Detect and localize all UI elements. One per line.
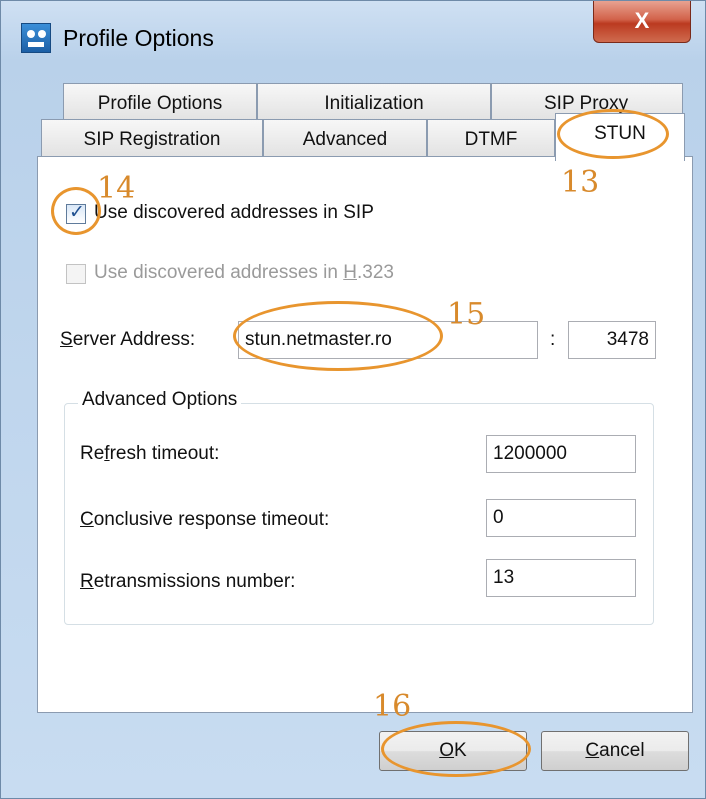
app-icon [21,23,51,53]
refresh-timeout-label: Refresh timeout: [80,443,220,464]
ok-button[interactable]: OK [379,731,527,771]
server-address-label: Server Address: [60,329,196,350]
use-discovered-h323-label: Use discovered addresses in H.323 [94,262,394,283]
use-discovered-sip-checkbox[interactable]: ✓ [66,202,86,224]
conclusive-response-timeout-input[interactable]: 0 [486,499,636,537]
stun-panel: ✓ Use discovered addresses in SIP Use di… [37,156,693,713]
check-mark-icon: ✓ [69,202,85,223]
tab-profile-options[interactable]: Profile Options [63,83,257,123]
title-bar[interactable]: Profile Options X [1,1,705,65]
annotation-number-13: 13 [561,165,600,200]
window-title: Profile Options [63,25,214,51]
use-discovered-sip-label: Use discovered addresses in SIP [94,202,374,223]
server-address-input[interactable]: stun.netmaster.ro [238,321,538,359]
refresh-timeout-input[interactable]: 1200000 [486,435,636,473]
annotation-number-14: 14 [97,171,136,206]
tab-advanced[interactable]: Advanced [263,119,427,159]
tab-dtmf[interactable]: DTMF [427,119,555,159]
annotation-number-15: 15 [447,297,486,332]
use-discovered-h323-checkbox [66,264,86,284]
tab-stun[interactable]: STUN [555,113,685,161]
close-button[interactable]: X [593,1,691,43]
annotation-number-16: 16 [373,689,412,724]
conclusive-response-timeout-label: Conclusive response timeout: [80,509,330,530]
profile-options-dialog: Profile Options X Profile Options Initia… [0,0,706,799]
retransmissions-number-input[interactable]: 13 [486,559,636,597]
tab-initialization[interactable]: Initialization [257,83,491,123]
retransmissions-number-label: Retransmissions number: [80,571,296,592]
advanced-options-title: Advanced Options [78,389,242,411]
tab-sip-registration[interactable]: SIP Registration [41,119,263,159]
port-separator: : [550,329,556,350]
cancel-button[interactable]: Cancel [541,731,689,771]
port-input[interactable]: 3478 [568,321,656,359]
